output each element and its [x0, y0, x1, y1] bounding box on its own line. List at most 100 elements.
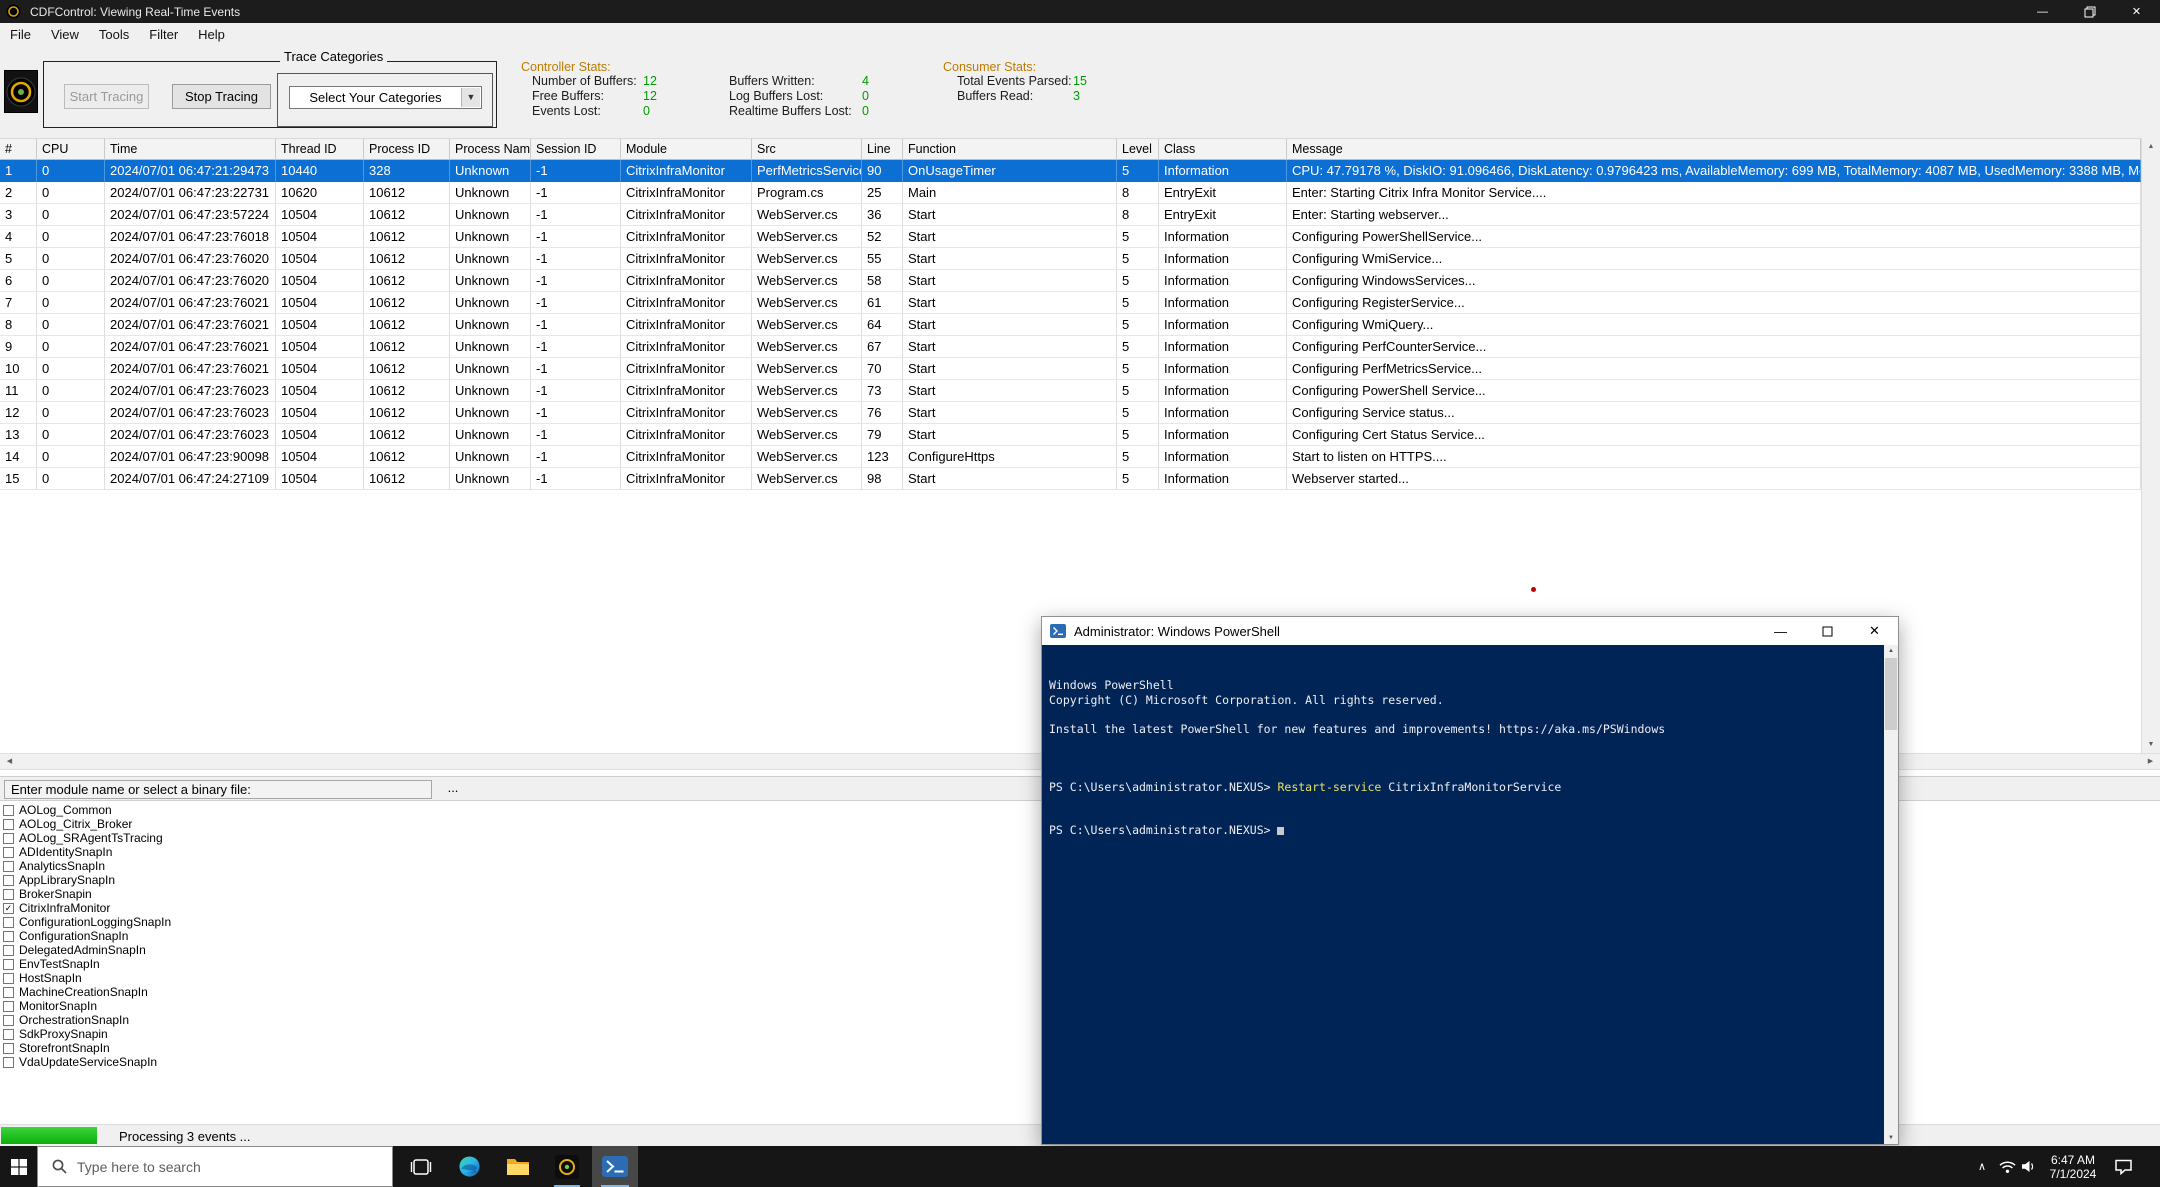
grid-cell: 10504 — [276, 424, 364, 446]
module-checkbox[interactable] — [3, 846, 14, 858]
task-view-button[interactable] — [399, 1146, 443, 1187]
powershell-close-button[interactable]: ✕ — [1851, 617, 1898, 645]
module-checkbox[interactable] — [3, 944, 14, 956]
grid-row[interactable]: 10 0 2024/07/01 06:47:23:76021 10504 10612 Un… — [0, 358, 2141, 380]
close-button[interactable]: ✕ — [2113, 0, 2160, 23]
menu-tools[interactable]: Tools — [89, 23, 139, 46]
column-header-src[interactable]: Src — [752, 139, 862, 160]
scroll-up-arrow-icon[interactable]: ▲ — [1884, 645, 1898, 657]
grid-row[interactable]: 3 0 2024/07/01 06:47:23:57224 10504 10612 Unk… — [0, 204, 2141, 226]
powershell-taskbar-button[interactable] — [592, 1146, 638, 1187]
start-button[interactable] — [0, 1146, 37, 1187]
grid-cell: Start — [903, 380, 1117, 402]
module-checkbox[interactable] — [3, 1028, 14, 1040]
menu-file[interactable]: File — [0, 23, 41, 46]
file-explorer-button[interactable] — [496, 1146, 540, 1187]
module-checkbox[interactable] — [3, 972, 14, 984]
menu-view[interactable]: View — [41, 23, 89, 46]
module-name-input[interactable]: Enter module name or select a binary fil… — [4, 780, 432, 799]
taskbar-clock[interactable]: 6:47 AM 7/1/2024 — [2040, 1146, 2106, 1187]
column-header-thread-id[interactable]: Thread ID — [276, 139, 364, 160]
powershell-maximize-button[interactable] — [1804, 617, 1851, 645]
column-header--[interactable]: # — [0, 139, 37, 160]
module-checkbox[interactable] — [3, 916, 14, 928]
column-header-level[interactable]: Level — [1117, 139, 1159, 160]
column-header-class[interactable]: Class — [1159, 139, 1287, 160]
scroll-left-arrow-icon[interactable]: ◀ — [0, 754, 19, 769]
module-checkbox[interactable] — [3, 1042, 14, 1054]
grid-row[interactable]: 11 0 2024/07/01 06:47:23:76023 10504 10612 Un… — [0, 380, 2141, 402]
scroll-up-arrow-icon[interactable]: ▲ — [2142, 138, 2160, 155]
grid-cell: CitrixInfraMonitor — [621, 358, 752, 380]
browse-button[interactable]: ... — [441, 779, 465, 799]
module-checkbox[interactable] — [3, 832, 14, 844]
cdfcontrol-logo-button[interactable] — [4, 70, 38, 113]
edge-browser-button[interactable] — [447, 1146, 491, 1187]
column-header-process-id[interactable]: Process ID — [364, 139, 450, 160]
menu-filter[interactable]: Filter — [139, 23, 188, 46]
taskbar-search[interactable] — [37, 1146, 393, 1187]
module-checkbox[interactable] — [3, 1056, 14, 1068]
scrollbar-thumb[interactable] — [1885, 658, 1897, 730]
module-checkbox[interactable] — [3, 1014, 14, 1026]
minimize-button[interactable]: — — [2019, 0, 2066, 23]
column-header-time[interactable]: Time — [105, 139, 276, 160]
restore-button[interactable] — [2066, 0, 2113, 23]
scroll-down-arrow-icon[interactable]: ▼ — [2142, 736, 2160, 753]
column-header-function[interactable]: Function — [903, 139, 1117, 160]
grid-cell: CitrixInfraMonitor — [621, 182, 752, 204]
terminal[interactable]: Windows PowerShell Copyright (C) Microsof… — [1042, 645, 1884, 1144]
column-header-session-id[interactable]: Session ID — [531, 139, 621, 160]
scroll-right-arrow-icon[interactable]: ▶ — [2141, 754, 2160, 769]
module-checkbox[interactable] — [3, 1000, 14, 1012]
column-header-line[interactable]: Line — [862, 139, 903, 160]
grid-row[interactable]: 13 0 2024/07/01 06:47:23:76023 10504 10612 Un… — [0, 424, 2141, 446]
column-header-process-name[interactable]: Process Name — [450, 139, 531, 160]
powershell-minimize-button[interactable]: — — [1757, 617, 1804, 645]
module-checkbox[interactable] — [3, 874, 14, 886]
start-tracing-button[interactable]: Start Tracing — [64, 84, 149, 109]
stat-value: 0 — [862, 89, 869, 103]
grid-row[interactable]: 7 0 2024/07/01 06:47:23:76021 10504 10612 Unk… — [0, 292, 2141, 314]
search-input[interactable] — [77, 1158, 357, 1175]
grid-vertical-scrollbar[interactable]: ▲ ▼ — [2141, 138, 2160, 753]
action-center-button[interactable] — [2108, 1146, 2138, 1187]
tray-show-hidden-icons[interactable]: ∧ — [1970, 1146, 1994, 1187]
module-checkbox[interactable] — [3, 958, 14, 970]
grid-row[interactable]: 9 0 2024/07/01 06:47:23:76021 10504 10612 Unk… — [0, 336, 2141, 358]
grid-row[interactable]: 2 0 2024/07/01 06:47:23:22731 10620 10612 Unk… — [0, 182, 2141, 204]
grid-row[interactable]: 15 0 2024/07/01 06:47:24:27109 10504 10612 Un… — [0, 468, 2141, 490]
column-header-module[interactable]: Module — [621, 139, 752, 160]
module-checkbox[interactable]: ✓ — [3, 902, 14, 914]
chevron-down-icon[interactable]: ▼ — [461, 88, 480, 107]
powershell-window[interactable]: Administrator: Windows PowerShell — ✕ Wi… — [1041, 616, 1899, 1145]
powershell-scrollbar[interactable]: ▲ ▼ — [1884, 645, 1898, 1144]
module-checkbox[interactable] — [3, 888, 14, 900]
volume-icon[interactable] — [2016, 1146, 2040, 1187]
grid-cell: 5 — [1117, 270, 1159, 292]
module-checkbox[interactable] — [3, 986, 14, 998]
cdfcontrol-taskbar-button[interactable] — [545, 1146, 589, 1187]
grid-row[interactable]: 8 0 2024/07/01 06:47:23:76021 10504 10612 Unk… — [0, 314, 2141, 336]
scroll-down-arrow-icon[interactable]: ▼ — [1884, 1132, 1898, 1144]
grid-row[interactable]: 12 0 2024/07/01 06:47:23:76023 10504 10612 Un… — [0, 402, 2141, 424]
column-header-message[interactable]: Message — [1287, 139, 2141, 160]
grid-row[interactable]: 14 0 2024/07/01 06:47:23:90098 10504 10612 Un… — [0, 446, 2141, 468]
column-header-cpu[interactable]: CPU — [37, 139, 105, 160]
stop-tracing-button[interactable]: Stop Tracing — [172, 84, 271, 109]
module-checkbox[interactable] — [3, 818, 14, 830]
menu-help[interactable]: Help — [188, 23, 235, 46]
module-checkbox[interactable] — [3, 930, 14, 942]
module-checkbox[interactable] — [3, 804, 14, 816]
grid-row[interactable]: 1 0 2024/07/01 06:47:21:29473 10440 328 Unkno… — [0, 160, 2141, 182]
module-checkbox[interactable] — [3, 860, 14, 872]
grid-row[interactable]: 4 0 2024/07/01 06:47:23:76018 10504 10612 Unk… — [0, 226, 2141, 248]
grid-row[interactable]: 5 0 2024/07/01 06:47:23:76020 10504 10612 Unk… — [0, 248, 2141, 270]
grid-cell: Information — [1159, 424, 1287, 446]
categories-dropdown[interactable]: Select Your Categories ▼ — [289, 86, 482, 109]
grid-row[interactable]: 6 0 2024/07/01 06:47:23:76020 10504 10612 Unk… — [0, 270, 2141, 292]
grid-cell: WebServer.cs — [752, 314, 862, 336]
grid-cell: 25 — [862, 182, 903, 204]
powershell-titlebar[interactable]: Administrator: Windows PowerShell — ✕ — [1042, 617, 1898, 645]
grid-cell: Information — [1159, 292, 1287, 314]
